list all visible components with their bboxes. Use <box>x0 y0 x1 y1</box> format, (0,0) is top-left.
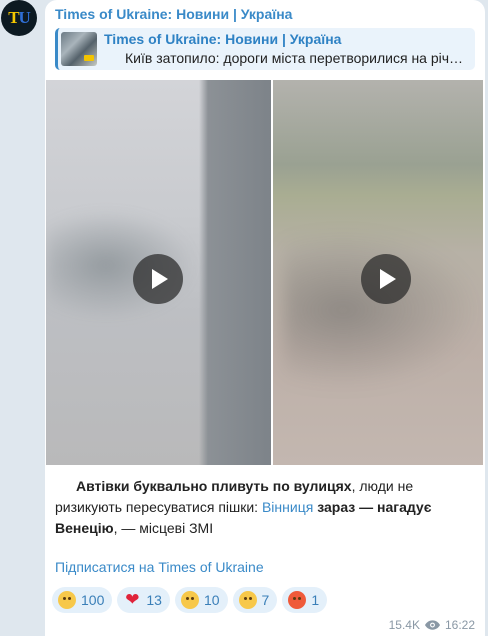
reaction-thinking[interactable]: 7 <box>232 587 278 613</box>
thinking-face-icon <box>238 591 257 609</box>
message-bubble: Times of Ukraine: Новини | Україна Times… <box>45 0 485 636</box>
crying-face-icon <box>58 591 76 609</box>
reactions-bar: 100 ❤ 13 10 7 1 <box>52 587 328 613</box>
reaction-angry[interactable]: 1 <box>282 587 328 613</box>
reaction-grin[interactable]: 10 <box>174 587 228 613</box>
red-heart-icon: ❤ <box>125 590 140 609</box>
reaction-count: 1 <box>311 592 320 608</box>
avatar-letter-t: T <box>8 8 19 27</box>
forwarded-message-preview[interactable]: Times of Ukraine: Новини | Україна Київ … <box>55 28 475 70</box>
view-count: 15.4K <box>388 618 420 632</box>
video-thumbnail-1[interactable] <box>46 80 271 465</box>
message-time: 16:22 <box>444 618 475 632</box>
city-link[interactable]: Вінниця <box>262 499 313 515</box>
video-thumbnail-2[interactable] <box>273 80 483 465</box>
reaction-crying[interactable]: 100 <box>52 587 113 613</box>
reaction-count: 13 <box>146 592 162 608</box>
reaction-count: 7 <box>261 592 270 608</box>
forward-thumbnail <box>61 32 97 66</box>
message-text: Автівки буквально пливуть по вулицях, лю… <box>55 476 475 539</box>
message-meta: 15.4K 16:22 <box>389 618 475 632</box>
play-icon[interactable] <box>133 254 183 304</box>
message-bold-1: Автівки буквально пливуть по вулицях <box>76 478 352 494</box>
reaction-count: 10 <box>203 592 220 608</box>
subscribe-link[interactable]: Підписатися на Times of Ukraine <box>55 559 264 575</box>
reaction-count: 100 <box>81 592 105 608</box>
channel-avatar[interactable]: TU <box>1 0 37 36</box>
angry-face-icon <box>288 591 307 609</box>
grinning-face-icon <box>180 591 199 609</box>
play-icon[interactable] <box>361 254 411 304</box>
channel-name[interactable]: Times of Ukraine: Новини | Україна <box>55 6 292 22</box>
reaction-heart[interactable]: ❤ 13 <box>117 587 170 613</box>
forward-title: Times of Ukraine: Новини | Україна <box>104 31 342 47</box>
avatar-letter-u: U <box>18 8 31 27</box>
eye-icon <box>424 620 440 630</box>
forward-preview-text: Київ затопило: дороги міста перетворилис… <box>125 50 464 66</box>
message-text-2: , — місцеві ЗМІ <box>113 520 214 536</box>
